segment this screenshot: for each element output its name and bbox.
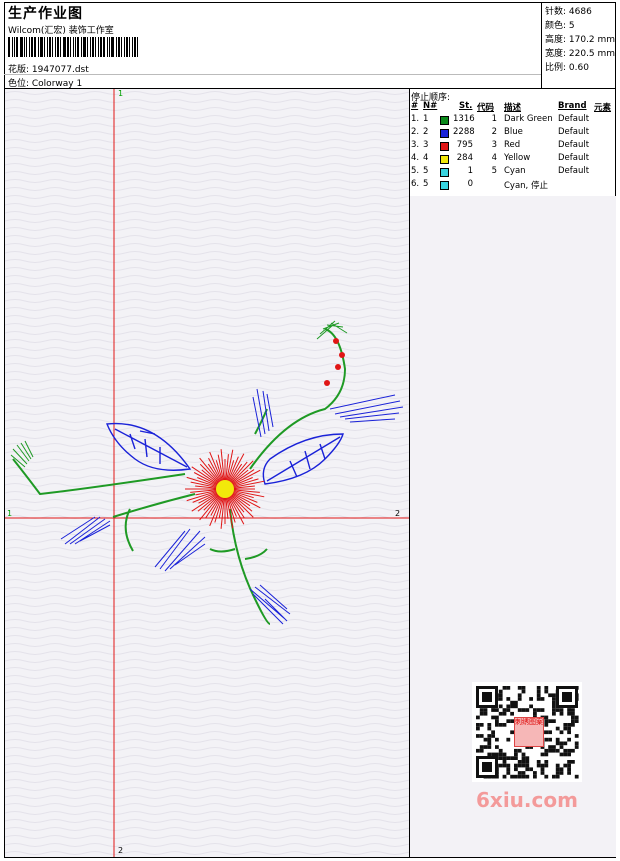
row-num: 4. [411, 153, 420, 163]
color-swatch [440, 168, 449, 177]
table-row: 4. 4 284 4 Yellow Default [411, 153, 616, 166]
row-code: 5 [491, 166, 497, 176]
row-stitches: 284 [456, 153, 473, 163]
row-description: Yellow [504, 153, 531, 163]
table-row: 2. 2 2288 2 Blue Default [411, 127, 616, 140]
row-code: 1 [491, 114, 497, 124]
row-brand: Default [558, 114, 590, 124]
table-row: 6. 5 0 Cyan, 停止 [411, 179, 616, 192]
row-stitches: 1 [467, 166, 473, 176]
x-axis-end-label: 2 [395, 509, 401, 518]
table-row: 1. 1 1316 1 Dark Green Default [411, 114, 616, 127]
col-st: St. [459, 101, 473, 111]
row-description: Dark Green [504, 114, 553, 124]
row-needle: 1 [423, 114, 429, 124]
colorway: 色位: Colorway 1 [8, 79, 83, 89]
col-elem: 元素 [594, 103, 612, 113]
stats-divider [541, 2, 542, 88]
row-stitches: 2288 [453, 127, 475, 137]
design-height: 高度: 170.2 mm [545, 35, 616, 45]
row-brand: Default [558, 127, 590, 137]
col-brand: Brand [558, 101, 587, 111]
col-n: N# [423, 101, 438, 111]
row-stitches: 795 [456, 140, 473, 150]
row-stitches: 0 [467, 179, 473, 189]
table-row: 3. 3 795 3 Red Default [411, 140, 616, 153]
color-swatch [440, 116, 449, 125]
col-desc: 描述 [504, 103, 522, 113]
row-code: 3 [491, 140, 497, 150]
row-description: Red [504, 140, 521, 150]
row-needle: 3 [423, 140, 429, 150]
row-num: 6. [411, 179, 420, 189]
embroidery-preview: 1 1 2 2 [5, 89, 409, 857]
row-code: 4 [491, 153, 497, 163]
company-name: Wilcom(汇宏) 装饰工作室 [8, 26, 114, 36]
color-swatch [440, 181, 449, 190]
design-scale: 比例: 0.60 [545, 63, 589, 73]
row-description: Blue [504, 127, 523, 137]
row-brand: Default [558, 153, 590, 163]
y-axis-end-label: 2 [118, 846, 124, 855]
row-needle: 2 [423, 127, 429, 137]
row-num: 3. [411, 140, 420, 150]
page-title: 生产作业图 [8, 6, 83, 22]
row-description: Cyan, 停止 [504, 181, 548, 191]
col-num: # [411, 101, 419, 111]
stitch-count: 针数: 4686 [545, 7, 592, 17]
row-num: 2. [411, 127, 420, 137]
flower-center [216, 480, 234, 498]
color-swatch [440, 155, 449, 164]
barcode [8, 37, 142, 57]
col-code: 代码 [477, 103, 495, 113]
row-description: Cyan [504, 166, 526, 176]
row-needle: 4 [423, 153, 429, 163]
table-header: # N# St. 代码 描述 Brand 元素 [411, 101, 616, 114]
stop-sequence-table: # N# St. 代码 描述 Brand 元素 1. 1 1316 1 Dark Gre… [411, 101, 616, 192]
color-swatch [440, 142, 449, 151]
row-stitches: 1316 [453, 114, 475, 124]
design-file: 花版: 1947077.dst [8, 65, 89, 75]
color-swatch [440, 129, 449, 138]
design-width: 宽度: 220.5 mm [545, 49, 616, 59]
design-stats: 针数: 4686 颜色: 5 高度: 170.2 mm 宽度: 220.5 mm… [545, 5, 615, 75]
qr-center-mark: 刺绣图案 [514, 717, 544, 747]
row-needle: 5 [423, 179, 429, 189]
row-brand: Default [558, 140, 590, 150]
row-code: 2 [491, 127, 497, 137]
row-num: 1. [411, 114, 420, 124]
row-needle: 5 [423, 166, 429, 176]
table-row: 5. 5 1 5 Cyan Default [411, 166, 616, 179]
y-axis-start-label: 1 [118, 89, 124, 98]
row-num: 5. [411, 166, 420, 176]
row-brand: Default [558, 166, 590, 176]
embroidery-drawing [5, 89, 409, 857]
x-axis-start-label: 1 [7, 509, 13, 518]
color-count: 颜色: 5 [545, 21, 575, 31]
watermark-logo: 6xiu.com [476, 788, 578, 812]
